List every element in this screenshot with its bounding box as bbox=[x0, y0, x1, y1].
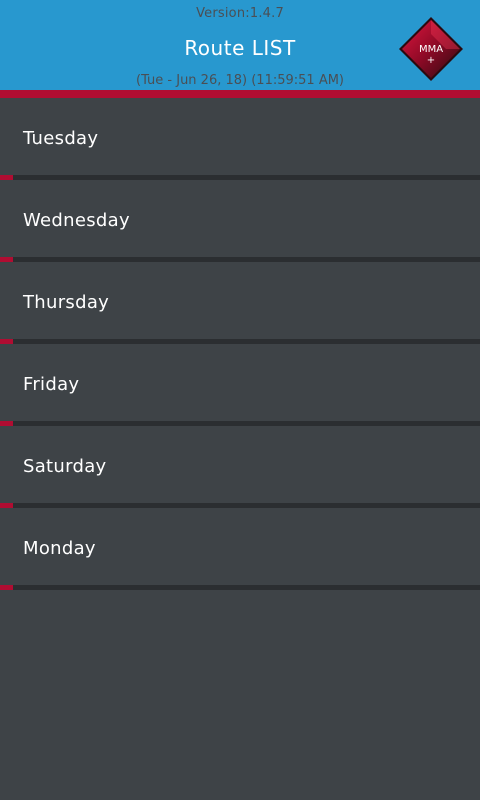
route-list: Tuesday Wednesday Thursday Friday Saturd… bbox=[0, 98, 480, 590]
route-item-monday[interactable]: Monday bbox=[0, 508, 480, 590]
route-divider-accent bbox=[0, 585, 13, 590]
route-label: Saturday bbox=[23, 456, 107, 477]
route-item-friday[interactable]: Friday bbox=[0, 344, 480, 426]
route-item-thursday[interactable]: Thursday bbox=[0, 262, 480, 344]
route-label: Wednesday bbox=[23, 210, 130, 231]
mma-logo: MMA + bbox=[398, 16, 464, 82]
route-label: Friday bbox=[23, 374, 80, 395]
route-item-saturday[interactable]: Saturday bbox=[0, 426, 480, 508]
route-divider bbox=[0, 585, 480, 590]
logo-plus: + bbox=[427, 55, 435, 66]
route-item-tuesday[interactable]: Tuesday bbox=[0, 98, 480, 180]
route-label: Monday bbox=[23, 538, 96, 559]
mma-logo-icon: MMA + bbox=[399, 17, 463, 81]
app-header: Version:1.4.7 Route LIST (Tue - Jun 26, … bbox=[0, 0, 480, 90]
logo-text: MMA bbox=[419, 44, 443, 55]
route-label: Thursday bbox=[23, 292, 110, 313]
header-accent-bar bbox=[0, 90, 480, 98]
route-label: Tuesday bbox=[23, 128, 99, 149]
route-item-wednesday[interactable]: Wednesday bbox=[0, 180, 480, 262]
